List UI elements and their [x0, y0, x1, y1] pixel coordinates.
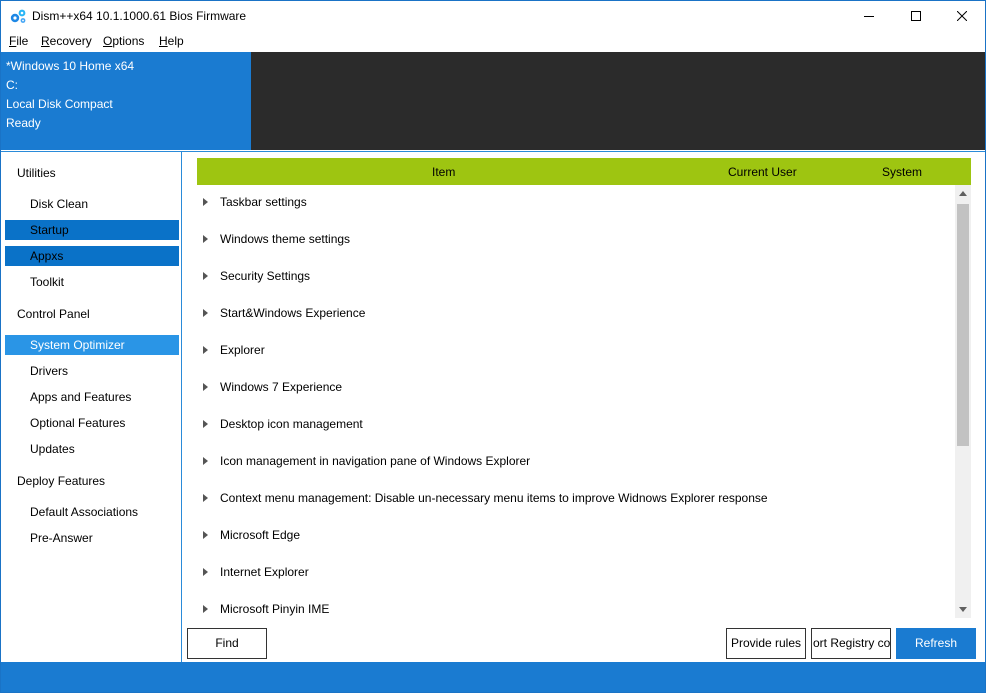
menu-options[interactable]: Options	[103, 34, 144, 48]
optimizer-panel: Item Current User System Taskbar setting…	[182, 151, 985, 662]
optimizer-item-list: Taskbar settings Windows theme settings Se…	[197, 185, 955, 618]
gear-cluster-icon	[10, 9, 26, 23]
menu-file[interactable]: File	[9, 34, 28, 48]
optimizer-row[interactable]: Start&Windows Experience	[197, 296, 955, 333]
sidebar-item-default-associations[interactable]: Default Associations	[5, 502, 179, 522]
sidebar-group-control-panel: Control Panel	[17, 307, 90, 321]
maximize-icon	[911, 11, 921, 21]
sidebar-item-toolkit[interactable]: Toolkit	[5, 272, 179, 292]
os-name: *Windows 10 Home x64	[6, 59, 135, 73]
optimizer-row[interactable]: Windows 7 Experience	[197, 370, 955, 407]
title-bar: Dism++x64 10.1.1000.61 Bios Firmware	[1, 1, 985, 31]
expand-arrow-icon[interactable]	[203, 346, 208, 354]
optimizer-row-label: Desktop icon management	[220, 417, 363, 431]
optimizer-row-label: Security Settings	[220, 269, 311, 283]
column-system[interactable]: System	[882, 165, 922, 179]
sidebar-item-optional-features[interactable]: Optional Features	[5, 413, 179, 433]
expand-arrow-icon[interactable]	[203, 198, 208, 206]
find-button[interactable]: Find	[187, 628, 267, 659]
optimizer-row-label: Start&Windows Experience	[220, 306, 366, 320]
sidebar-nav: Utilities Disk Clean Startup Appxs Toolk…	[1, 151, 182, 662]
expand-arrow-icon[interactable]	[203, 383, 208, 391]
expand-arrow-icon[interactable]	[203, 605, 208, 613]
maximize-button[interactable]	[893, 1, 939, 31]
close-button[interactable]	[939, 1, 985, 31]
provide-rules-button[interactable]: Provide rules	[726, 628, 806, 659]
export-registry-button[interactable]: ort Registry co	[811, 628, 891, 659]
minimize-icon	[864, 16, 874, 17]
scroll-thumb[interactable]	[957, 204, 969, 446]
drive-letter: C:	[6, 78, 18, 92]
optimizer-row-label: Context menu management: Disable un-nece…	[220, 491, 768, 505]
optimizer-row-label: Microsoft Edge	[220, 528, 301, 542]
sidebar-item-appxs[interactable]: Appxs	[5, 246, 179, 266]
refresh-button[interactable]: Refresh	[896, 628, 976, 659]
expand-arrow-icon[interactable]	[203, 420, 208, 428]
sidebar-item-updates[interactable]: Updates	[5, 439, 179, 459]
session-info-panel[interactable]: *Windows 10 Home x64 C: Local Disk Compa…	[1, 52, 251, 150]
disk-type: Local Disk Compact	[6, 97, 113, 111]
grid-header: Item Current User System	[197, 158, 971, 185]
triangle-down-icon	[959, 607, 967, 612]
status-bar	[1, 662, 985, 692]
minimize-button[interactable]	[846, 1, 892, 31]
sidebar-item-apps-and-features[interactable]: Apps and Features	[5, 387, 179, 407]
optimizer-row[interactable]: Microsoft Edge	[197, 518, 955, 555]
sidebar-group-deploy-features: Deploy Features	[17, 474, 106, 488]
optimizer-row[interactable]: Windows theme settings	[197, 222, 955, 259]
menu-bar: File Recovery Options Help	[1, 31, 985, 52]
sidebar-item-disk-clean[interactable]: Disk Clean	[5, 194, 179, 214]
optimizer-row[interactable]: Desktop icon management	[197, 407, 955, 444]
optimizer-row[interactable]: Explorer	[197, 333, 955, 370]
expand-arrow-icon[interactable]	[203, 457, 208, 465]
optimizer-row-label: Internet Explorer	[220, 565, 309, 579]
optimizer-row-label: Icon management in navigation pane of Wi…	[220, 454, 531, 468]
expand-arrow-icon[interactable]	[203, 272, 208, 280]
menu-help[interactable]: Help	[159, 34, 184, 48]
optimizer-row-label: Windows theme settings	[220, 232, 351, 246]
expand-arrow-icon[interactable]	[203, 309, 208, 317]
optimizer-row[interactable]: Microsoft Pinyin IME	[197, 592, 955, 618]
optimizer-row-label: Explorer	[220, 343, 265, 357]
optimizer-row[interactable]: Context menu management: Disable un-nece…	[197, 481, 955, 518]
column-item[interactable]: Item	[432, 165, 455, 179]
optimizer-row[interactable]: Internet Explorer	[197, 555, 955, 592]
menu-recovery[interactable]: Recovery	[41, 34, 92, 48]
column-current-user[interactable]: Current User	[728, 165, 797, 179]
window-title: Dism++x64 10.1.1000.61 Bios Firmware	[32, 9, 247, 23]
expand-arrow-icon[interactable]	[203, 235, 208, 243]
expand-arrow-icon[interactable]	[203, 494, 208, 502]
sidebar-item-pre-answer[interactable]: Pre-Answer	[5, 528, 179, 548]
optimizer-row-label: Microsoft Pinyin IME	[220, 602, 330, 616]
optimizer-row[interactable]: Icon management in navigation pane of Wi…	[197, 444, 955, 481]
scroll-down-button[interactable]	[955, 601, 971, 618]
scroll-up-button[interactable]	[955, 185, 971, 202]
close-icon	[957, 11, 967, 21]
expand-arrow-icon[interactable]	[203, 568, 208, 576]
optimizer-row[interactable]: Security Settings	[197, 259, 955, 296]
sidebar-group-utilities: Utilities	[17, 166, 56, 180]
session-list-area	[251, 52, 985, 150]
sidebar-item-drivers[interactable]: Drivers	[5, 361, 179, 381]
optimizer-row[interactable]: Taskbar settings	[197, 185, 955, 222]
app-window: Dism++x64 10.1.1000.61 Bios Firmware Fil…	[0, 0, 986, 693]
triangle-up-icon	[959, 191, 967, 196]
optimizer-row-label: Windows 7 Experience	[220, 380, 343, 394]
expand-arrow-icon[interactable]	[203, 531, 208, 539]
session-status: Ready	[6, 116, 41, 130]
optimizer-row-label: Taskbar settings	[220, 195, 307, 209]
vertical-scrollbar[interactable]	[955, 185, 971, 618]
sidebar-item-system-optimizer[interactable]: System Optimizer	[5, 335, 179, 355]
sidebar-item-startup[interactable]: Startup	[5, 220, 179, 240]
